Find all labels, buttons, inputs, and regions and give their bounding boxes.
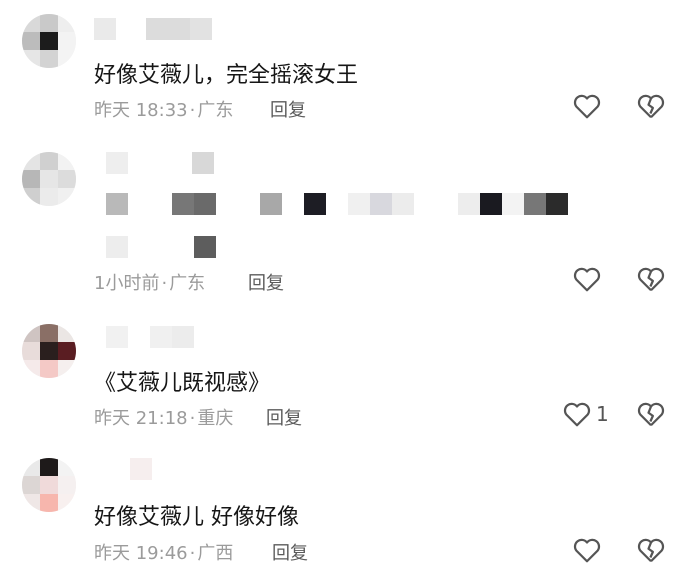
comment-text: 好像艾薇儿 好像好像 (94, 505, 299, 530)
comment-text: 好像艾薇儿，完全摇滚女王 (94, 63, 359, 88)
username[interactable] (106, 152, 214, 174)
comment-meta: 昨天 18:33 · 广东 (94, 100, 234, 121)
dislike-button[interactable] (636, 536, 666, 568)
heart-outline-icon (573, 267, 601, 292)
dislike-button[interactable] (636, 400, 666, 432)
dislike-button[interactable] (636, 92, 666, 124)
heart-outline-icon (563, 402, 591, 427)
comment-meta: 1小时前 · 广东 (94, 273, 206, 294)
username[interactable] (130, 458, 152, 480)
broken-heart-icon (637, 402, 665, 427)
reply-button[interactable]: 回复 (248, 269, 284, 295)
username[interactable] (94, 18, 212, 40)
like-count: 1 (596, 402, 609, 426)
like-button[interactable] (572, 536, 606, 564)
broken-heart-icon (637, 538, 665, 563)
reply-button[interactable]: 回复 (272, 539, 308, 565)
username[interactable] (106, 326, 194, 348)
broken-heart-icon (637, 267, 665, 292)
comment-meta: 昨天 19:46 · 广西 (94, 543, 234, 564)
broken-heart-icon (637, 94, 665, 119)
reply-button[interactable]: 回复 (266, 404, 302, 430)
comment-text-obscured (106, 193, 568, 215)
comment-text-obscured (106, 236, 216, 258)
avatar[interactable] (22, 14, 76, 68)
avatar[interactable] (22, 458, 76, 512)
avatar[interactable] (22, 324, 76, 378)
heart-outline-icon (573, 538, 601, 563)
like-button[interactable] (572, 92, 606, 120)
like-button[interactable] (572, 265, 606, 293)
avatar[interactable] (22, 152, 76, 206)
reply-button[interactable]: 回复 (270, 96, 306, 122)
dislike-button[interactable] (636, 265, 666, 297)
heart-outline-icon (573, 94, 601, 119)
like-button[interactable]: 1 (562, 400, 609, 428)
comment-text: 《艾薇儿既视感》 (94, 371, 271, 396)
comment-meta: 昨天 21:18 · 重庆 (94, 408, 234, 429)
